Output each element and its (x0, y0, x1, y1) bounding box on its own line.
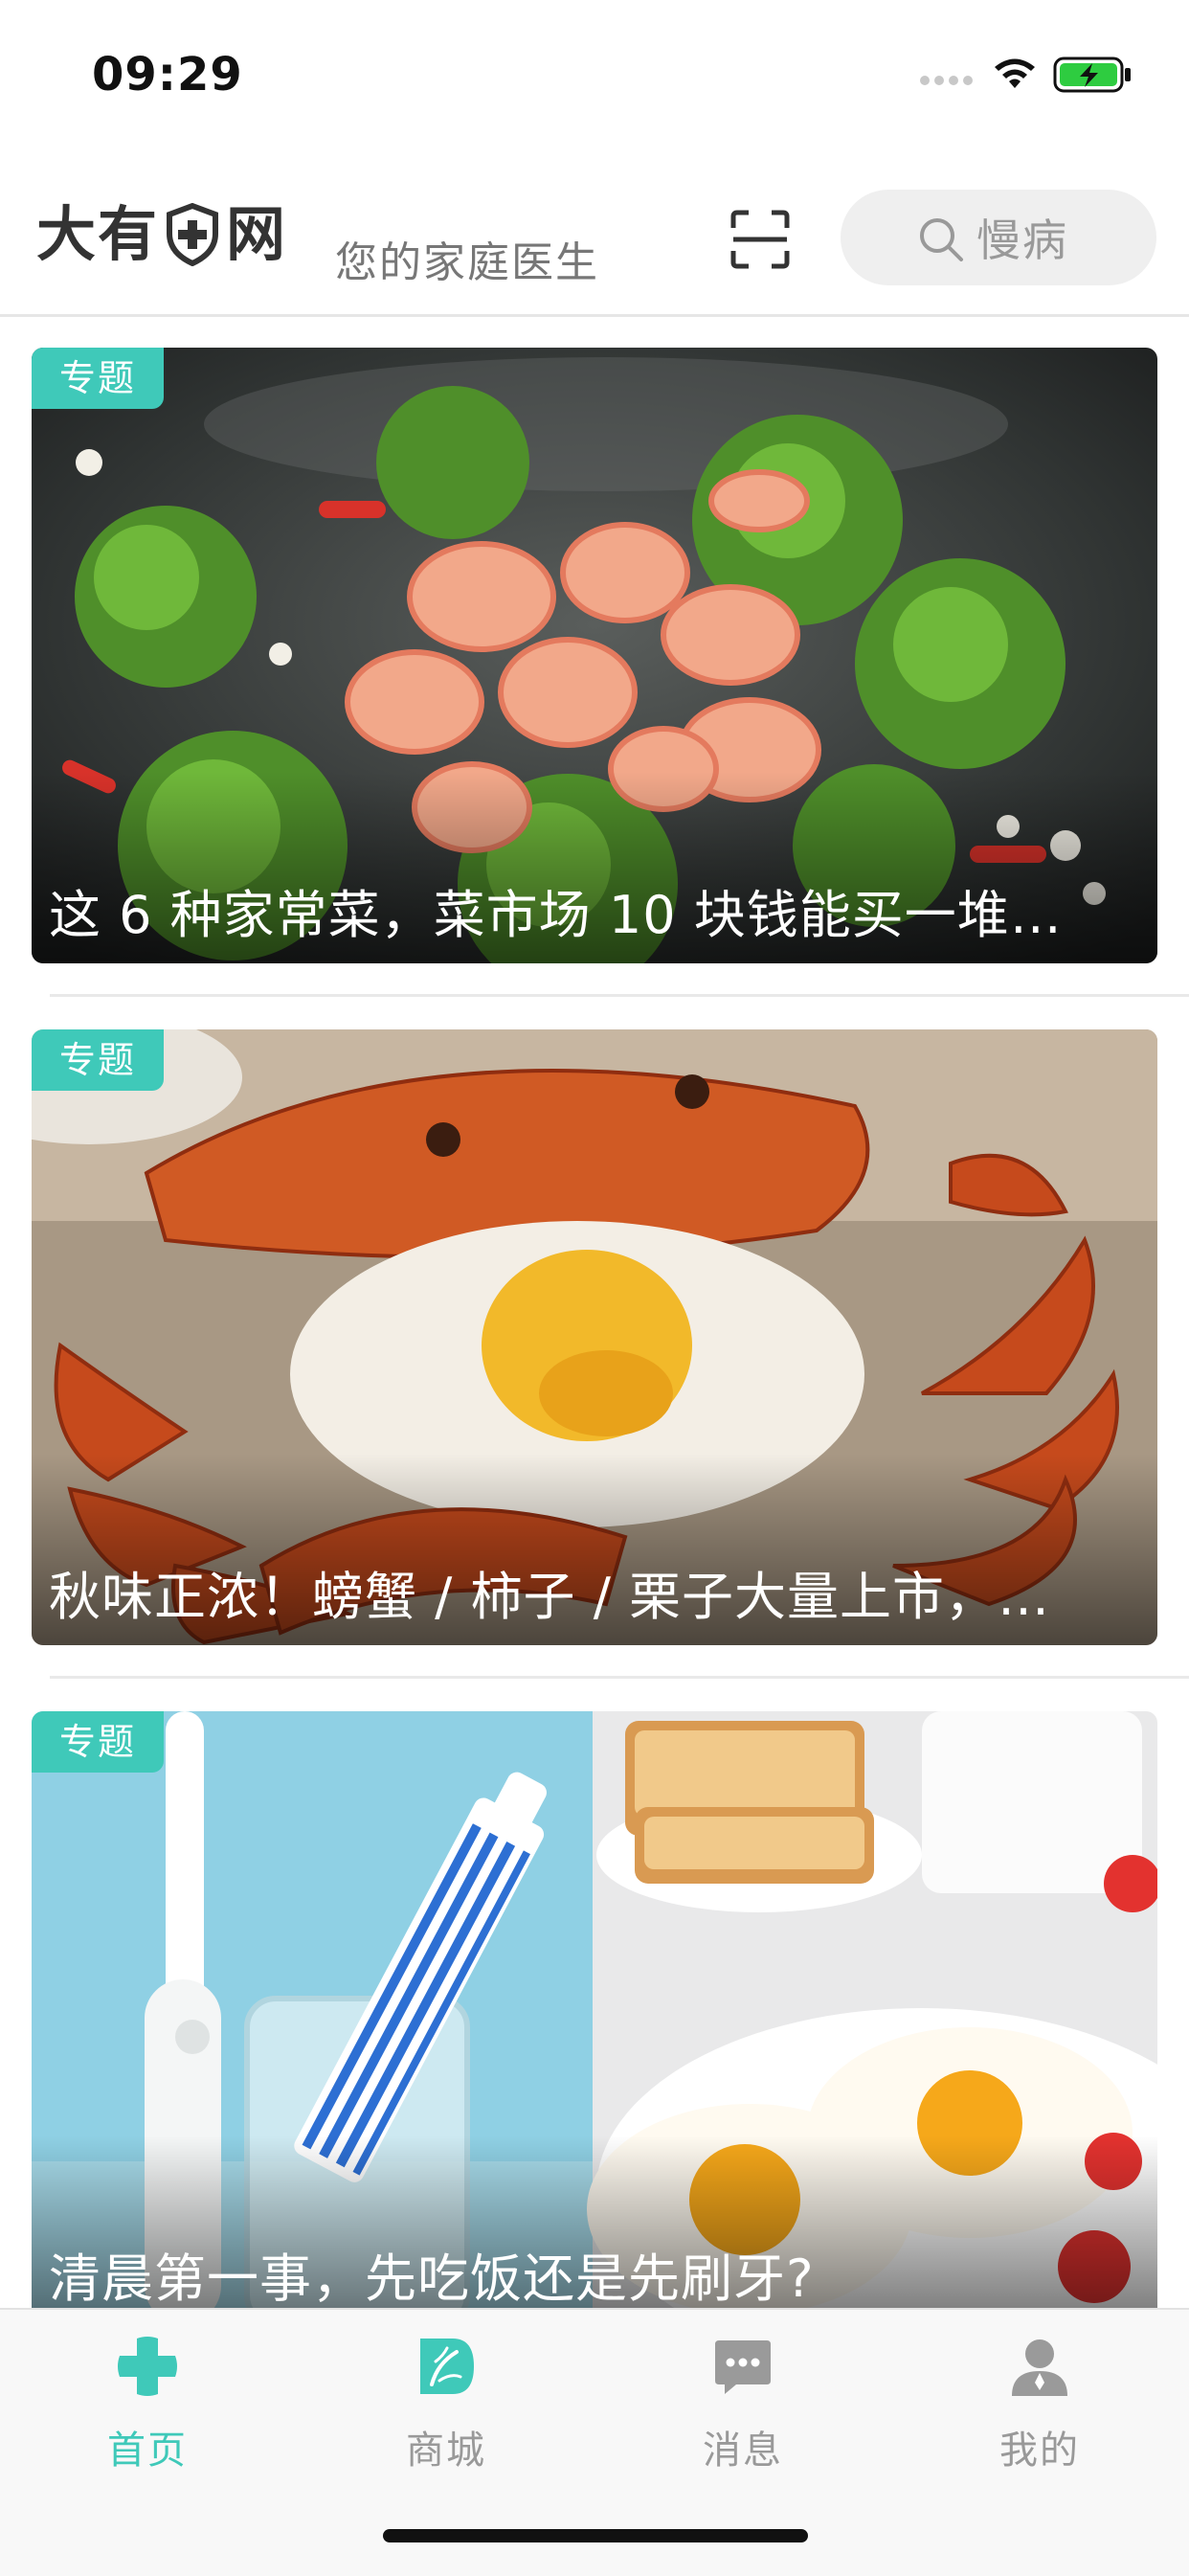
status-time: 09:29 (92, 48, 243, 102)
article-card[interactable]: 专题 清晨第一事，先吃饭还是先刷牙? (32, 1711, 1157, 2327)
app-header: 大有 网 您的家庭医生 慢病 (0, 144, 1189, 317)
shield-cross-icon (167, 203, 219, 266)
tab-label: 商城 (406, 2429, 486, 2473)
logo-text-left: 大有 (36, 199, 160, 269)
topic-badge: 专题 (32, 1711, 164, 1773)
card-title: 这 6 种家常菜，菜市场 10 块钱能买一堆… (49, 885, 1063, 945)
signal-dots-icon (920, 76, 973, 85)
search-icon (920, 218, 963, 261)
search-placeholder: 慢病 (976, 215, 1068, 266)
search-input[interactable]: 慢病 (841, 190, 1156, 285)
article-card[interactable]: 专题 这 6 种家常菜，菜市场 10 块钱能买一堆… (32, 348, 1157, 963)
divider (50, 994, 1189, 997)
slogan: 您的家庭医生 (335, 238, 599, 287)
user-icon (1012, 2339, 1067, 2396)
tab-label: 我的 (999, 2429, 1080, 2473)
card-title: 秋味正浓！螃蟹 / 柿子 / 栗子大量上市，… (49, 1567, 1051, 1627)
store-logo-icon (420, 2339, 474, 2394)
status-bar: 09:29 (0, 0, 1189, 144)
topic-badge: 专题 (32, 1029, 164, 1091)
scan-icon[interactable] (729, 209, 791, 270)
card-title: 清晨第一事，先吃饭还是先刷牙? (49, 2248, 815, 2309)
topic-badge: 专题 (32, 348, 164, 409)
wifi-icon (995, 58, 1035, 88)
tab-home[interactable]: 首页 (52, 2335, 243, 2488)
battery-charging-icon (1053, 56, 1131, 93)
medical-cross-icon (118, 2337, 177, 2396)
tab-store[interactable]: 商城 (350, 2335, 542, 2488)
tab-profile[interactable]: 我的 (944, 2335, 1135, 2488)
divider (50, 1676, 1189, 1679)
app-logo[interactable]: 大有 网 (36, 201, 287, 268)
tab-label: 消息 (703, 2429, 783, 2473)
chat-bubble-icon (715, 2340, 771, 2394)
article-card[interactable]: 专题 秋味正浓！螃蟹 / 柿子 / 栗子大量上市，… (32, 1029, 1157, 1645)
tab-label: 首页 (107, 2429, 188, 2473)
home-indicator (383, 2529, 808, 2542)
tab-messages[interactable]: 消息 (647, 2335, 839, 2488)
logo-text-right: 网 (226, 199, 288, 269)
